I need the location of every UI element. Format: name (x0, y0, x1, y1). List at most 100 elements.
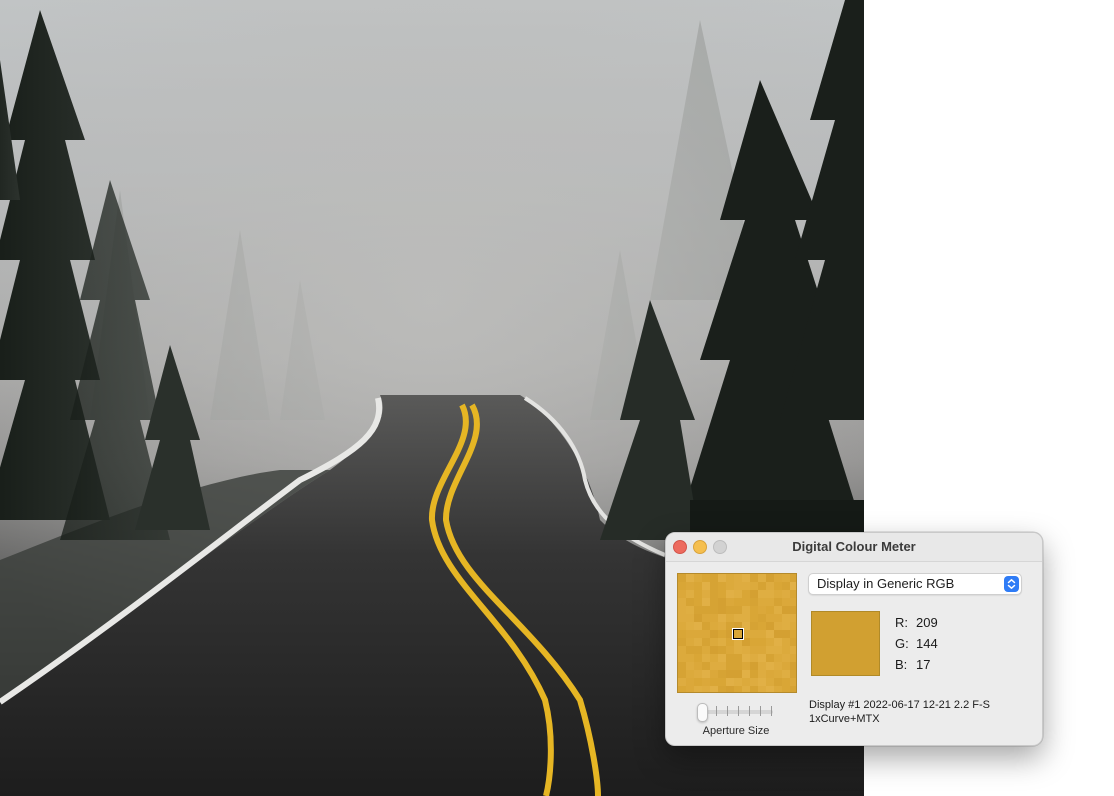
magnifier-preview (677, 573, 797, 693)
magnifier-pixel (790, 606, 796, 614)
magnifier-pixel (702, 598, 710, 606)
magnifier-pixel (734, 606, 742, 614)
magnifier-pixel (710, 678, 718, 686)
magnifier-pixel (750, 630, 758, 638)
magnifier-pixel (758, 582, 766, 590)
magnifier-pixel (750, 582, 758, 590)
magnifier-pixel (782, 678, 790, 686)
magnifier-pixel (678, 638, 686, 646)
title-bar[interactable]: Digital Colour Meter (666, 533, 1042, 562)
magnifier-pixel (694, 582, 702, 590)
magnifier-pixel (774, 678, 782, 686)
magnifier-pixel (694, 590, 702, 598)
magnifier-pixel (790, 646, 796, 654)
magnifier-pixel (766, 590, 774, 598)
magnifier-pixel (766, 598, 774, 606)
magnifier-pixel (742, 630, 750, 638)
magnifier-pixel (678, 646, 686, 654)
aperture-slider-knob[interactable] (697, 703, 708, 722)
magnifier-pixel (766, 686, 774, 692)
magnifier-pixel (686, 686, 694, 692)
red-value: 209 (916, 615, 938, 630)
magnifier-pixel (710, 574, 718, 582)
magnifier-pixel (758, 678, 766, 686)
magnifier-pixel (758, 654, 766, 662)
magnifier-pixel (686, 614, 694, 622)
magnifier-pixel (750, 590, 758, 598)
magnifier-pixel (726, 686, 734, 692)
magnifier-pixel (766, 670, 774, 678)
magnifier-pixel (718, 670, 726, 678)
slider-tick (760, 706, 761, 716)
magnifier-pixel (678, 686, 686, 692)
magnifier-pixel (678, 678, 686, 686)
magnifier-pixel (774, 582, 782, 590)
magnifier-pixel (782, 574, 790, 582)
magnifier-pixel (678, 590, 686, 598)
magnifier-pixel (694, 622, 702, 630)
magnifier-pixel (790, 670, 796, 678)
magnifier-pixel (758, 598, 766, 606)
magnifier-pixel (734, 574, 742, 582)
magnifier-pixel (758, 686, 766, 692)
magnifier-pixel (766, 654, 774, 662)
magnifier-pixel (750, 574, 758, 582)
magnifier-pixel (710, 646, 718, 654)
magnifier-pixel (702, 638, 710, 646)
magnifier-pixel (766, 614, 774, 622)
magnifier-pixel (678, 574, 686, 582)
magnifier-pixel (718, 686, 726, 692)
magnifier-pixel (734, 614, 742, 622)
window-title: Digital Colour Meter (792, 539, 916, 554)
magnifier-pixel (774, 598, 782, 606)
magnifier-pixel (758, 646, 766, 654)
magnifier-pixel (678, 598, 686, 606)
magnifier-pixel (734, 646, 742, 654)
magnifier-pixel (702, 670, 710, 678)
magnifier-pixel (718, 638, 726, 646)
magnifier-pixel (718, 590, 726, 598)
magnifier-pixel (790, 590, 796, 598)
magnifier-pixel (686, 590, 694, 598)
magnifier-pixel (782, 582, 790, 590)
magnifier-pixel (774, 574, 782, 582)
magnifier-pixel (694, 638, 702, 646)
magnifier-pixel (686, 622, 694, 630)
magnifier-pixel (694, 686, 702, 692)
display-mode-select[interactable]: Display in Generic RGB (808, 573, 1022, 595)
magnifier-pixel (734, 638, 742, 646)
magnifier-pixel (766, 630, 774, 638)
magnifier-pixel (702, 654, 710, 662)
magnifier-pixel (718, 622, 726, 630)
magnifier-pixel (710, 662, 718, 670)
magnifier-pixel (726, 582, 734, 590)
magnifier-pixel (710, 638, 718, 646)
magnifier-pixel (742, 670, 750, 678)
magnifier-pixel (750, 662, 758, 670)
magnifier-pixel (750, 670, 758, 678)
aperture-size-slider[interactable] (701, 710, 773, 714)
sampled-colour-swatch (811, 611, 880, 676)
magnifier-pixel (702, 606, 710, 614)
magnifier-pixel (758, 622, 766, 630)
green-value-row: G: 144 (895, 636, 938, 651)
magnifier-pixel (710, 582, 718, 590)
magnifier-pixel (734, 590, 742, 598)
magnifier-pixel (790, 574, 796, 582)
magnifier-pixel (686, 678, 694, 686)
magnifier-pixel (694, 598, 702, 606)
magnifier-pixel (750, 598, 758, 606)
magnifier-pixel (678, 654, 686, 662)
magnifier-pixel (686, 638, 694, 646)
magnifier-pixel (718, 614, 726, 622)
profile-line-2: 1xCurve+MTX (809, 713, 880, 725)
magnifier-pixel (766, 622, 774, 630)
magnifier-pixel (790, 622, 796, 630)
magnifier-pixel (766, 582, 774, 590)
magnifier-pixel (774, 590, 782, 598)
colour-profile-text: Display #1 2022-06-17 12-21 2.2 F-S 1xCu… (809, 698, 1034, 726)
magnifier-pixel (742, 654, 750, 662)
magnifier-pixel (742, 678, 750, 686)
magnifier-pixel (678, 622, 686, 630)
magnifier-pixel (734, 582, 742, 590)
